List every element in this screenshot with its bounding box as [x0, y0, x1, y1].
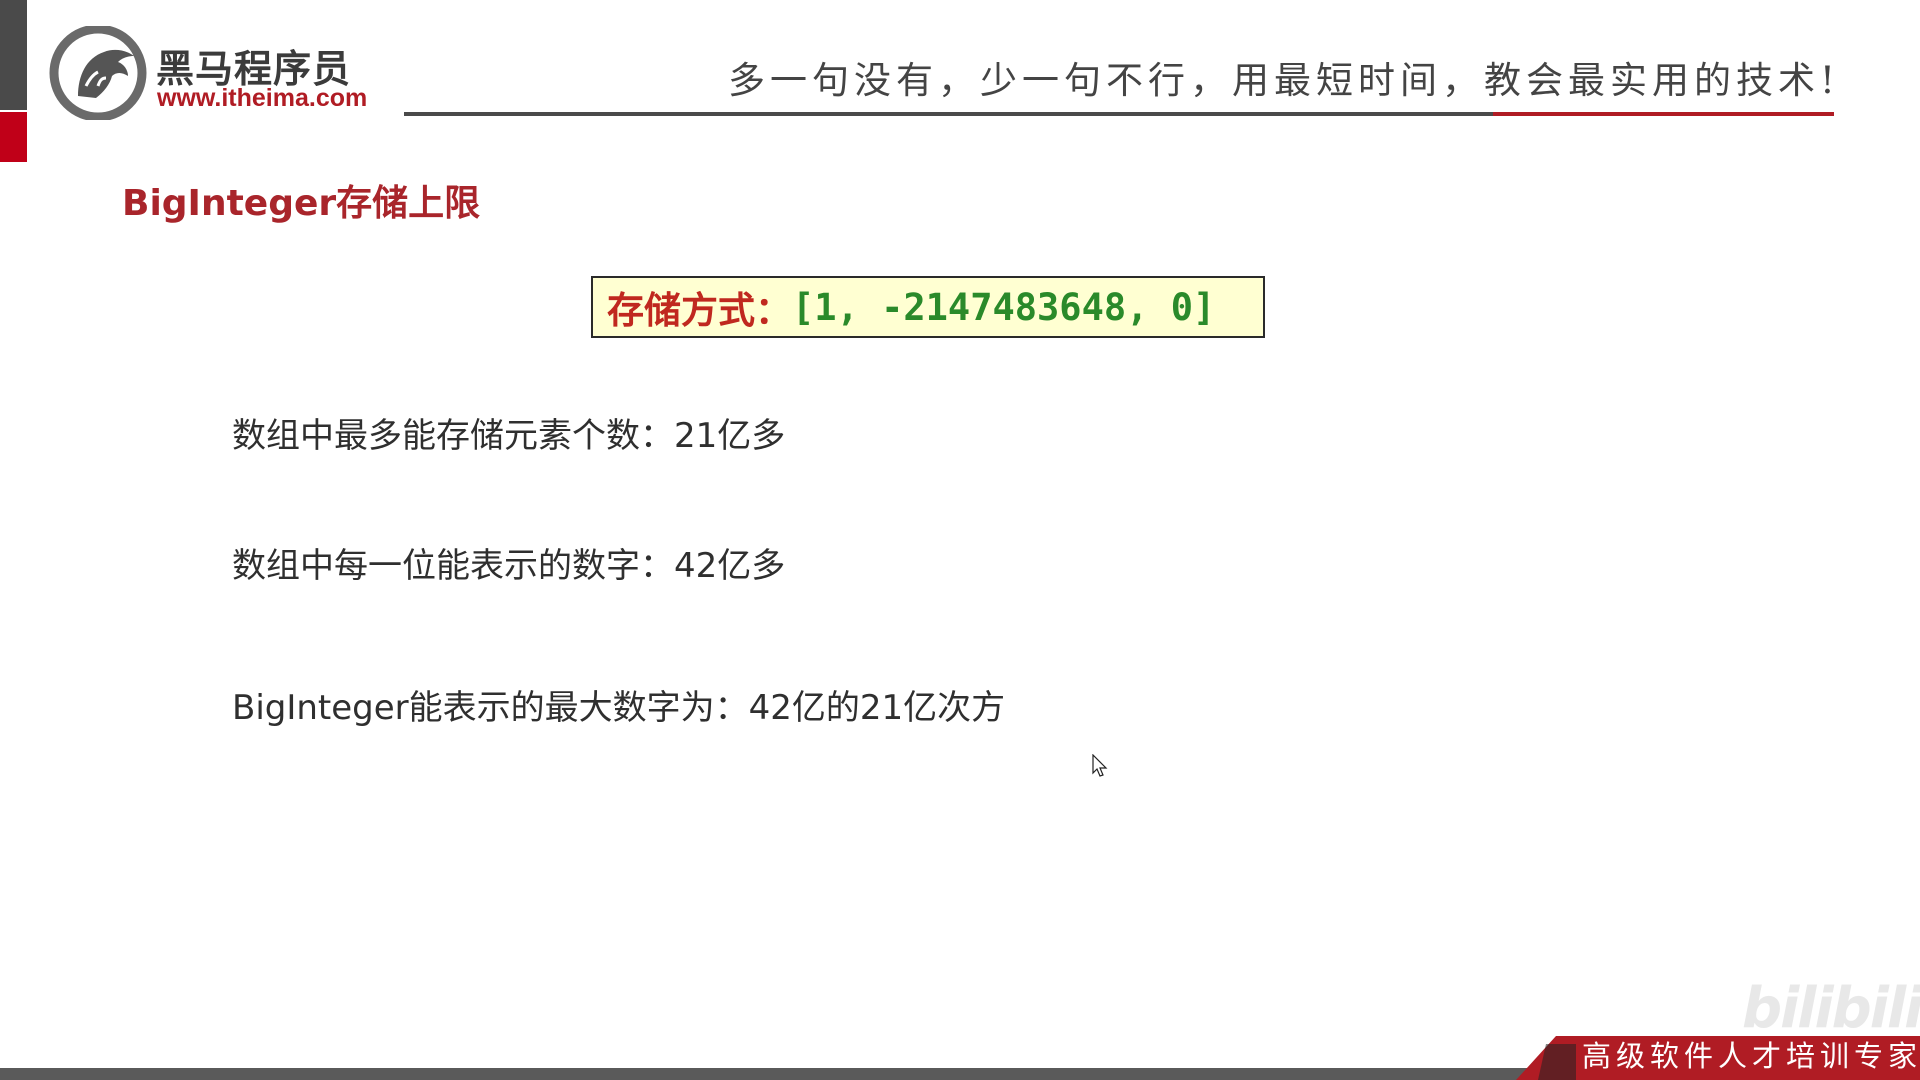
- left-accent-bar-red: [0, 112, 27, 162]
- footer-tagline: 高级软件人才培训专家: [1582, 1039, 1920, 1073]
- slide-title: BigInteger存储上限: [122, 183, 481, 224]
- fact-digit-range: 数组中每一位能表示的数字：42亿多: [232, 546, 786, 586]
- bilibili-watermark: bilibili: [1742, 976, 1920, 1041]
- fact-max-elements: 数组中最多能存储元素个数：21亿多: [232, 416, 786, 456]
- storage-format-label: 存储方式：: [607, 289, 792, 332]
- fact-max-number: BigInteger能表示的最大数字为：42亿的21亿次方: [232, 688, 1006, 728]
- header-divider-accent: [1493, 112, 1834, 116]
- mouse-cursor-icon: [1092, 754, 1108, 777]
- horse-head-logo-icon: [49, 26, 147, 120]
- storage-format-value: [1, -2147483648, 0]: [792, 285, 1216, 329]
- left-accent-bar-dark: [0, 0, 27, 110]
- storage-format-box: 存储方式： [1, -2147483648, 0]: [591, 276, 1265, 338]
- header-slogan: 多一句没有，少一句不行，用最短时间，教会最实用的技术!: [728, 59, 1840, 102]
- brand-url: www.itheima.com: [157, 84, 368, 112]
